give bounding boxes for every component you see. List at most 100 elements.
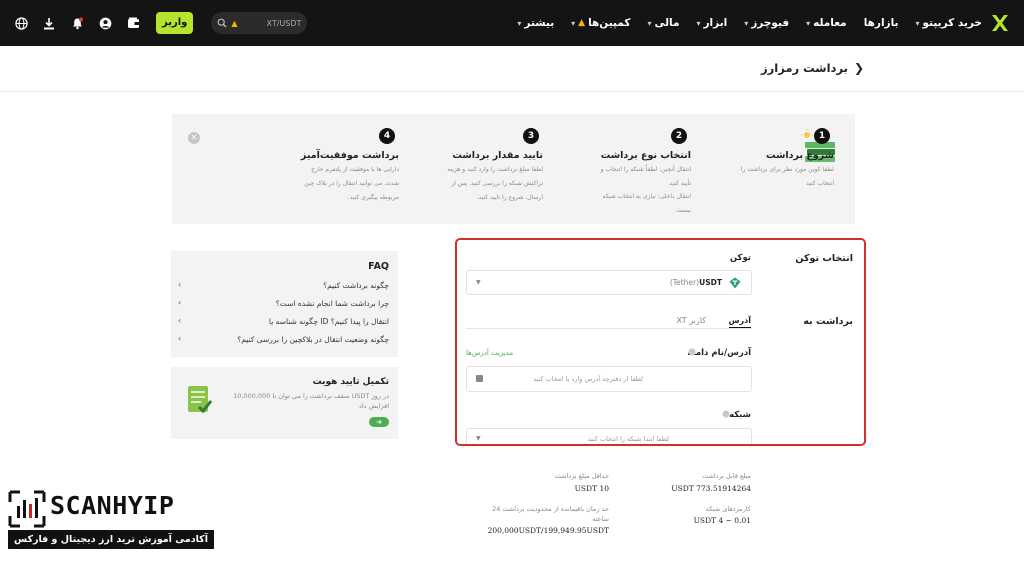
tab-xt-user[interactable]: XT کاربر [676, 316, 706, 325]
chevron-down-icon: ▾ [647, 18, 652, 28]
step-description: تأیید کنید [669, 180, 691, 187]
step-description: انتقال داخلی: نیازی به انتخاب شبکه [602, 193, 691, 200]
search-icon [217, 18, 227, 28]
withdraw-steps-panel: ✕ 1 شروع برداشت لطفا کوین مورد نظر برای بر… [172, 114, 855, 224]
step-description: نیست [676, 207, 691, 214]
user-avatar-icon[interactable] [96, 14, 114, 32]
min-withdraw-label: حداقل مبلغ برداشت [554, 472, 609, 480]
nav-item-label: خرید کریپتو [922, 17, 983, 29]
search-box[interactable]: ▲ XT/USDT [211, 12, 308, 34]
fire-icon: ▲ [578, 18, 586, 28]
step-description: مربوطه پیگیری کنید. [347, 194, 399, 201]
page-title-row: ❯ برداشت رمزارز [761, 61, 864, 75]
faq-item[interactable]: چگونه شناسه یا ID انتقال را پیدا کنیم؟ ‹ [171, 314, 398, 331]
step-number-badge: 3 [523, 128, 539, 144]
token-symbol: USDT [699, 278, 722, 287]
wallet-icon[interactable] [124, 14, 142, 32]
faq-item[interactable]: چگونه برداشت کنیم؟ ‹ [171, 278, 398, 295]
faq-question: چگونه شناسه یا ID انتقال را پیدا کنیم؟ [268, 317, 389, 326]
watermark-brand: SCANHYIP [50, 491, 175, 520]
scanhyip-watermark: SCANHYIP آکادمی آموزش ترید ارز دیجیتال و… [8, 490, 214, 550]
network-fee-label: کارمزدهای شبکه [705, 505, 751, 513]
nav-item-4[interactable]: ابزار ▾ [697, 17, 728, 29]
main-nav: خرید کریپتو ▾ بازارها معامله ▾ فیوچرز ▾ ابزار ▾ م… [517, 0, 982, 46]
nav-item-0[interactable]: خرید کریپتو ▾ [915, 17, 982, 29]
step-4: 4 برداشت موفقیت‌آمیز دارایی ها با موفقیت ا… [271, 128, 399, 203]
chevron-down-icon: ▾ [744, 18, 749, 28]
search-text: XT/USDT [266, 18, 302, 28]
step-description: انتقال آنچین: لطفاً شبکه را انتخاب و [600, 166, 691, 173]
nav-item-label: فیوچرز [751, 17, 790, 29]
step-title: تایید مقدار برداشت [452, 150, 543, 161]
step-title: انتخاب نوع برداشت [600, 150, 691, 161]
globe-icon[interactable] [12, 14, 30, 32]
manage-addresses-link[interactable]: مدیریت آدرس‌ها [466, 349, 513, 357]
step-number-badge: 4 [379, 128, 395, 144]
min-withdraw-value: USDT 10 [574, 484, 609, 493]
step-description: انتخاب کنید [805, 180, 834, 187]
kyc-panel: تکمیل تایید هویت سقف برداشت را می توان ت… [171, 367, 398, 439]
tab-address[interactable]: آدرس [729, 316, 752, 325]
nav-item-label: بیشتر [524, 17, 555, 29]
back-chevron-icon[interactable]: ❯ [854, 61, 864, 75]
nav-item-2[interactable]: معامله ▾ [806, 17, 847, 29]
close-icon[interactable]: ✕ [188, 132, 200, 144]
watermark-tagline: آکادمی آموزش ترید ارز دیجیتال و فارکس [8, 530, 214, 549]
download-icon[interactable] [40, 14, 58, 32]
step-1: 1 شروع برداشت لطفا کوین مورد نظر برای بردا… [706, 128, 834, 189]
deposit-button[interactable]: واریز [156, 12, 194, 34]
token-select[interactable]: ▼ (Tether) USDT [466, 270, 752, 295]
faq-question: چگونه برداشت کنیم؟ [323, 281, 389, 290]
address-placeholder: لطفا از دفترچه آدرس وارد یا انتخاب کنید [533, 375, 643, 383]
step-number-badge: 1 [814, 128, 830, 144]
nav-item-label: بازارها [863, 17, 899, 29]
info-icon[interactable] [688, 348, 696, 356]
chevron-down-icon: ▾ [571, 18, 576, 28]
faq-title: FAQ [368, 261, 389, 272]
kyc-title: تکمیل تایید هویت [312, 377, 389, 387]
notification-bell-icon[interactable] [68, 14, 86, 32]
step-title: برداشت موفقیت‌آمیز [300, 150, 399, 161]
nav-item-6[interactable]: کمپین‌ها ▲ ▾ [571, 17, 630, 29]
kyc-description-2: افزایش داد [358, 402, 389, 410]
xt-logo-icon[interactable] [990, 13, 1010, 33]
step-description: دارایی ها با موفقیت از پلتفرم خارج [311, 166, 399, 173]
step-title: شروع برداشت [766, 150, 834, 161]
available-amount-label: مبلغ قابل برداشت [702, 472, 751, 480]
faq-item[interactable]: چگونه وضعیت انتقال در بلاکچین را بررسی ک… [171, 332, 398, 349]
step-2: 2 انتخاب نوع برداشت انتقال آنچین: لطفاً شب… [563, 128, 691, 216]
faq-question: چگونه وضعیت انتقال در بلاکچین را بررسی ک… [237, 335, 389, 344]
network-label: شبکه [729, 410, 751, 420]
step-description: لطفا مبلغ برداشت را وارد کنید و هزینه [447, 166, 543, 173]
nav-item-7[interactable]: بیشتر ▾ [517, 17, 554, 29]
scanhyip-logo-icon [8, 490, 46, 528]
kyc-go-button[interactable]: ➜ [369, 417, 389, 427]
chevron-left-icon: ‹ [178, 298, 182, 307]
kyc-description: سقف برداشت را می توان تا 10,000,000 USDT… [233, 392, 389, 400]
network-info-icon[interactable] [722, 410, 730, 418]
tabs-divider [466, 328, 752, 329]
chevron-down-icon: ▾ [696, 18, 701, 28]
chevron-down-icon: ▾ [517, 18, 522, 28]
step-description: شدند. می توانید انتقال را در بلاک چین [304, 180, 399, 187]
top-navbar: خرید کریپتو ▾ بازارها معامله ▾ فیوچرز ▾ ابزار ▾ م… [0, 0, 1024, 46]
fire-icon: ▲ [231, 18, 238, 28]
step-3: 3 تایید مقدار برداشت لطفا مبلغ برداشت را و… [415, 128, 543, 203]
nav-item-1[interactable]: بازارها [864, 17, 899, 29]
faq-panel: FAQ چگونه برداشت کنیم؟ ‹ چرا برداشت شما ان… [171, 251, 398, 357]
address-input[interactable]: لطفا از دفترچه آدرس وارد یا انتخاب کنید [466, 366, 752, 392]
address-book-icon[interactable] [476, 375, 483, 382]
page-title: برداشت رمزارز [761, 61, 848, 75]
faq-question: چرا برداشت شما انجام نشده است؟ [275, 299, 389, 308]
available-amount-value: USDT 773.51914264 [671, 484, 751, 493]
nav-item-label: ابزار [703, 17, 728, 29]
faq-item[interactable]: چرا برداشت شما انجام نشده است؟ ‹ [171, 296, 398, 313]
network-caret-icon: ▼ [476, 435, 481, 442]
chevron-left-icon: ‹ [178, 334, 182, 343]
nav-item-5[interactable]: مالی ▾ [647, 17, 679, 29]
network-select[interactable]: لطفا ابتدا شبکه را انتخاب کنید ▼ [466, 428, 752, 444]
network-placeholder: لطفا ابتدا شبکه را انتخاب کنید [587, 435, 669, 443]
page-header [0, 46, 1024, 92]
tether-icon [729, 277, 741, 289]
nav-item-3[interactable]: فیوچرز ▾ [744, 17, 789, 29]
